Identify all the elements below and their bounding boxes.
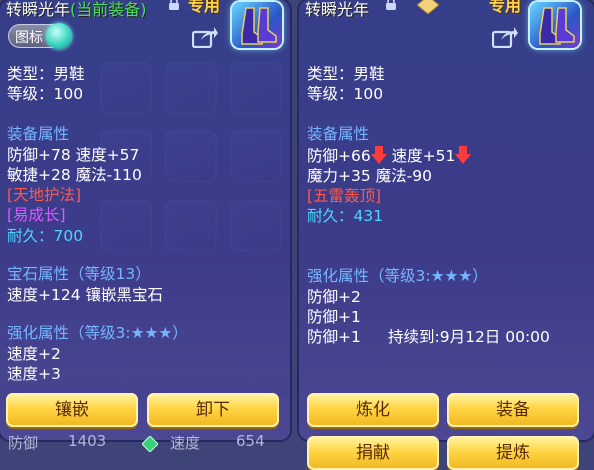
equipment-tooltip-compare: 转瞬光年 专用 类型：男鞋 等级：100 装备属性 防御+66 速度+51 魔力… bbox=[299, 0, 594, 440]
exclusive-status: 专用 bbox=[188, 0, 221, 15]
special-skill: [五雷轰顶] bbox=[307, 187, 382, 205]
lock-icon bbox=[386, 0, 396, 10]
stat-value-defense: 1403 bbox=[68, 432, 107, 450]
durability: 耐久：700 bbox=[7, 227, 84, 245]
stat-label-speed: 速度 bbox=[170, 434, 201, 452]
stat-value-speed: 654 bbox=[236, 432, 265, 450]
attr-header: 装备属性 bbox=[7, 125, 70, 143]
extract-button[interactable]: 提炼 bbox=[447, 436, 579, 470]
item-name: 转瞬光年 bbox=[305, 0, 370, 19]
share-icon[interactable] bbox=[192, 26, 218, 48]
boots-icon[interactable] bbox=[232, 2, 282, 48]
item-name: 转瞬光年(当前装备) bbox=[6, 0, 147, 19]
equip-button[interactable]: 装备 bbox=[447, 393, 579, 427]
exclusive-status: 专用 bbox=[489, 0, 522, 15]
item-type: 类型：男鞋 bbox=[7, 65, 85, 83]
attr-line: 敏捷+28 魔法-110 bbox=[7, 166, 142, 184]
special-skill: [天地护法] bbox=[7, 186, 82, 204]
down-arrow-icon bbox=[370, 146, 387, 164]
gem-header: 宝石属性（等级13） bbox=[7, 265, 151, 283]
durability: 耐久：431 bbox=[307, 207, 384, 225]
speed-value: 速度+51 bbox=[391, 147, 456, 165]
item-level: 等级：100 bbox=[307, 85, 384, 103]
enhance-line: 速度+2 bbox=[7, 345, 61, 363]
enhance-line: 防御+1 bbox=[307, 328, 361, 346]
toggle-knob bbox=[46, 23, 72, 49]
icon-toggle-label: 图标 bbox=[15, 30, 43, 46]
special-effect: [易成长] bbox=[7, 206, 66, 224]
item-level: 等级：100 bbox=[7, 85, 84, 103]
lock-icon bbox=[169, 0, 179, 10]
current-equipped-tag: (当前装备) bbox=[70, 0, 147, 19]
boots-icon[interactable] bbox=[530, 2, 580, 48]
share-icon[interactable] bbox=[492, 26, 518, 48]
donate-button[interactable]: 捐献 bbox=[307, 436, 439, 470]
badge-icon bbox=[417, 0, 439, 14]
unequip-button[interactable]: 卸下 bbox=[147, 393, 279, 427]
stat-label-defense: 防御 bbox=[8, 434, 39, 452]
enhance-header: 强化属性（等级3:★★★） bbox=[7, 324, 188, 342]
icon-toggle[interactable]: 图标 bbox=[8, 23, 72, 49]
enhance-duration: 持续到:9月12日 00:00 bbox=[388, 328, 550, 346]
attr-header: 装备属性 bbox=[307, 125, 370, 143]
attr-line: 防御+66 速度+51 bbox=[307, 146, 472, 166]
enhance-header: 强化属性（等级3:★★★） bbox=[307, 267, 488, 285]
refine-button[interactable]: 炼化 bbox=[307, 393, 439, 427]
enhance-line: 防御+2 bbox=[307, 288, 361, 306]
attr-line: 魔力+35 魔法-90 bbox=[307, 167, 432, 185]
gem-line: 速度+124 镶嵌黑宝石 bbox=[7, 286, 163, 304]
item-type: 类型：男鞋 bbox=[307, 65, 385, 83]
gem-icon bbox=[142, 436, 158, 452]
enhance-line: 防御+1 bbox=[307, 308, 361, 326]
equipment-tooltip-current: 转瞬光年(当前装备) 专用 图标 类型：男鞋 等级：100 装备属性 防御+78… bbox=[0, 0, 290, 440]
attr-line: 防御+78 速度+57 bbox=[7, 146, 140, 164]
down-arrow-icon bbox=[455, 146, 472, 164]
inlay-button[interactable]: 镶嵌 bbox=[6, 393, 138, 427]
defense-value: 防御+66 bbox=[307, 147, 371, 165]
